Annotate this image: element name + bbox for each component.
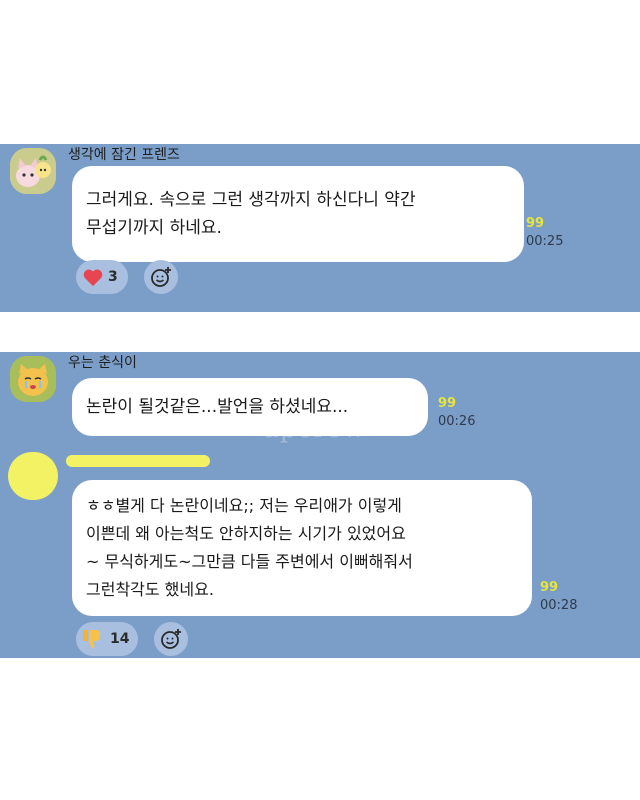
chat-panel-1: 생각에 잠긴 프렌즈 그러게요. 속으로 그런 생각까지 하신다니 약간 무섭기… <box>0 144 640 312</box>
message-bubble[interactable]: 그러게요. 속으로 그런 생각까지 하신다니 약간 무섭기까지 하네요. <box>72 166 524 262</box>
pensive-friends-avatar-icon <box>10 148 56 194</box>
message-line: 무섭기까지 하네요. <box>86 218 222 238</box>
add-emoji-icon <box>151 267 171 287</box>
sender-name: 생각에 잠긴 프렌즈 <box>68 147 180 163</box>
message-line: 이쁜데 왜 아는척도 안하지하는 시기가 있었어요 <box>86 524 406 543</box>
screenshot-root: { "chat1": { "sender": "생각에 잠긴 프렌즈", "me… <box>0 0 640 800</box>
message-time: 00:25 <box>526 234 564 249</box>
message-line: 그런착각도 했네요. <box>86 580 214 599</box>
friend-avatar[interactable] <box>10 148 56 194</box>
add-reaction-button[interactable] <box>154 622 188 656</box>
message-line: 그러게요. 속으로 그런 생각까지 하신다니 약간 <box>86 190 416 210</box>
reaction-count: 14 <box>110 631 130 647</box>
add-emoji-icon <box>161 629 181 649</box>
crying-chunsik-avatar[interactable] <box>10 356 56 402</box>
thumbs-down-icon <box>83 630 100 649</box>
crying-cat-avatar-icon <box>10 356 56 402</box>
chat-panel-2: 우는 춘식이 논란이 될것같은...발언을 하셨네요... 99 00:26 u… <box>0 352 640 658</box>
sender-name: 우는 춘식이 <box>68 355 137 371</box>
message-line: ㅎㅎ별게 다 논란이네요;; 저는 우리애가 이렇게 <box>86 496 402 515</box>
reaction-heart-chip[interactable]: 3 <box>76 260 128 294</box>
watermark-text: upcrew <box>262 414 367 444</box>
hidden-avatar-highlight <box>8 452 58 500</box>
message-time: 00:26 <box>438 414 476 429</box>
hidden-name-highlight <box>66 455 210 467</box>
heart-icon <box>83 269 103 287</box>
reaction-thumbs-down-chip[interactable]: 14 <box>76 622 138 656</box>
message-line: ~ 무식하게도~그만큼 다들 주변에서 이뻐해줘서 <box>86 552 413 571</box>
unread-count: 99 <box>540 580 559 595</box>
unread-count: 99 <box>526 216 545 231</box>
add-reaction-button[interactable] <box>144 260 178 294</box>
message-time: 00:28 <box>540 598 578 613</box>
reaction-count: 3 <box>108 269 118 285</box>
message-bubble-2[interactable]: ㅎㅎ별게 다 논란이네요;; 저는 우리애가 이렇게 이쁜데 왜 아는척도 안하… <box>72 480 532 616</box>
unread-count: 99 <box>438 396 457 411</box>
message-bubble-1[interactable]: 논란이 될것같은...발언을 하셨네요... <box>72 378 428 436</box>
